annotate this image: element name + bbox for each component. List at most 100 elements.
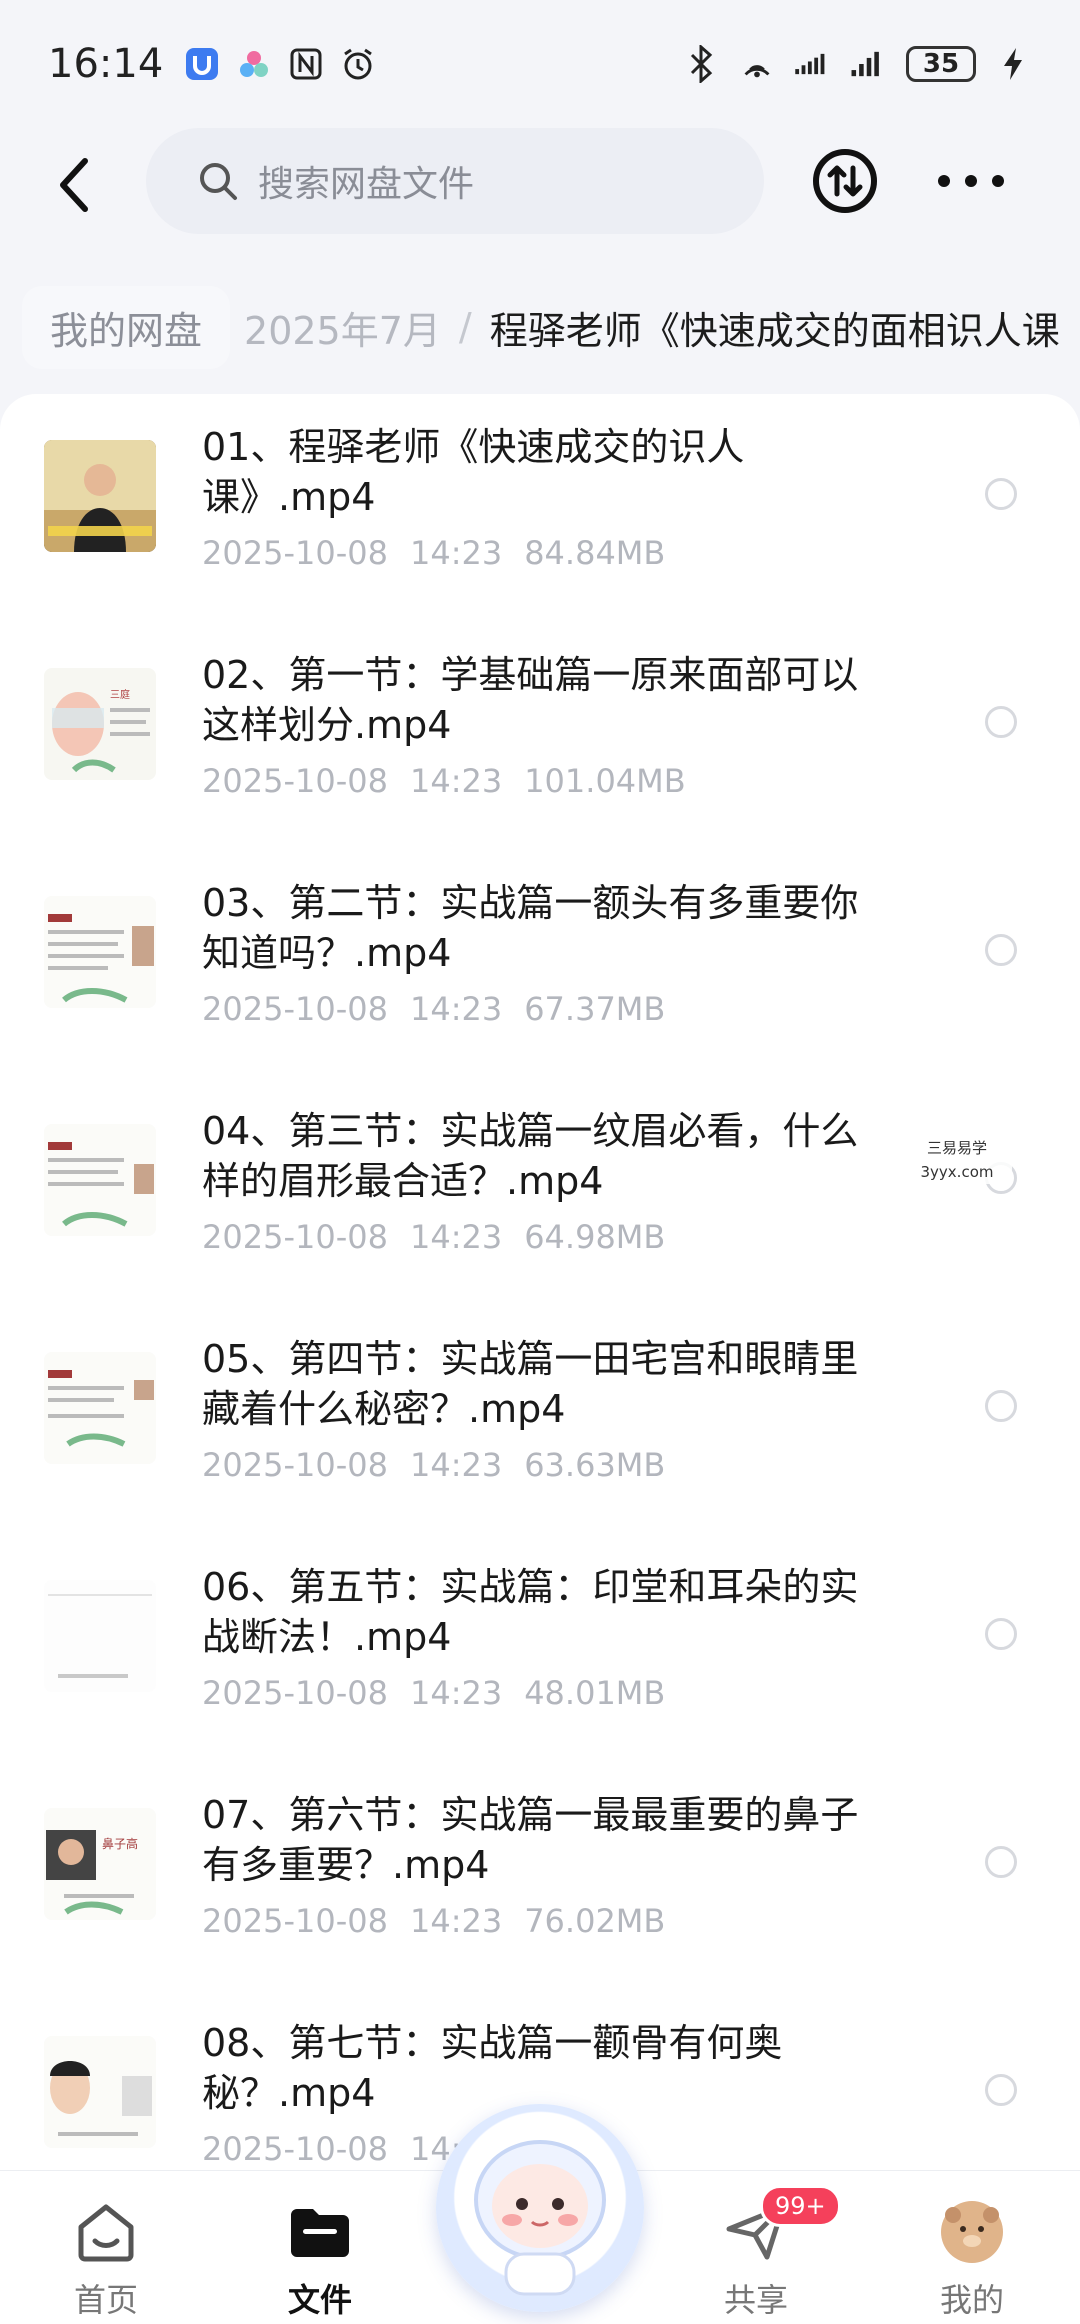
file-meta: 2025-10-08 14:23 84.84MB bbox=[202, 534, 665, 572]
video-thumbnail bbox=[44, 1124, 156, 1236]
file-row[interactable]: 04、第三节：实战篇一纹眉必看，什么 样的眉形最合适？.mp4 2025-10-… bbox=[0, 1078, 1080, 1306]
video-thumbnail: 鼻子高 bbox=[44, 1808, 156, 1920]
breadcrumb-home[interactable]: 我的网盘 bbox=[22, 285, 231, 369]
file-title-line: 样的眉形最合适？.mp4 bbox=[202, 1159, 604, 1203]
nav-share[interactable]: 共享 99+ bbox=[686, 2185, 841, 2324]
file-time: 14:23 bbox=[409, 534, 503, 572]
more-button[interactable] bbox=[938, 158, 1004, 204]
file-date: 2025-10-08 bbox=[202, 1902, 388, 1940]
nav-home[interactable]: 首页 bbox=[36, 2185, 176, 2324]
file-time: 14:23 bbox=[409, 1446, 503, 1484]
nav-me-label: 我的 bbox=[939, 2281, 1004, 2319]
breadcrumb-folder[interactable]: 2025年7月 bbox=[244, 300, 441, 355]
file-date: 2025-10-08 bbox=[202, 2130, 388, 2168]
file-date: 2025-10-08 bbox=[202, 990, 388, 1028]
file-list: 01、程驿老师《快速成交的识人 课》.mp4 2025-10-08 14:23 84… bbox=[0, 394, 1080, 2170]
file-row[interactable]: 三庭 02、第一节：学基础篇一原来面部可以 这样划分.mp4 2025-10-0… bbox=[0, 622, 1080, 850]
signal-icon bbox=[794, 45, 832, 83]
video-thumbnail bbox=[44, 440, 156, 552]
file-title: 08、第七节：实战篇一颧骨有何奥 秘？.mp4 bbox=[202, 2018, 922, 2118]
signal-icon bbox=[850, 45, 888, 83]
select-radio[interactable] bbox=[985, 478, 1017, 510]
file-title-line: 07、第六节：实战篇一最最重要的鼻子 bbox=[202, 1793, 859, 1837]
file-title-line: 06、第五节：实战篇：印堂和耳朵的实 bbox=[202, 1565, 859, 1609]
file-title: 01、程驿老师《快速成交的识人 课》.mp4 bbox=[202, 422, 922, 522]
more-dot bbox=[938, 175, 950, 187]
charging-icon bbox=[994, 45, 1032, 83]
select-radio[interactable] bbox=[985, 2074, 1017, 2106]
breadcrumb-current: 程驿老师《快速成交的面相识人课 bbox=[489, 308, 1060, 353]
nav-files-label: 文件 bbox=[287, 2281, 352, 2319]
file-date: 2025-10-08 bbox=[202, 1446, 388, 1484]
file-size: 101.04MB bbox=[524, 762, 686, 800]
search-placeholder: 搜索网盘文件 bbox=[258, 164, 475, 205]
video-thumbnail bbox=[44, 2036, 156, 2148]
watermark: 三易易学 3yyx.com bbox=[902, 1136, 1012, 1184]
file-size: 48.01MB bbox=[524, 1674, 666, 1712]
video-thumbnail bbox=[44, 1580, 156, 1692]
file-row[interactable]: 03、第二节：实战篇一额头有多重要你 知道吗？.mp4 2025-10-08 14… bbox=[0, 850, 1080, 1078]
select-radio[interactable] bbox=[985, 1846, 1017, 1878]
file-title-line: 04、第三节：实战篇一纹眉必看，什么 bbox=[202, 1109, 859, 1153]
hotspot-icon bbox=[738, 45, 776, 83]
file-time: 14:23 bbox=[409, 990, 503, 1028]
watermark-line: 三易易学 bbox=[926, 1139, 987, 1157]
video-thumbnail bbox=[44, 896, 156, 1008]
mascot-icon bbox=[474, 2140, 606, 2296]
file-title: 02、第一节：学基础篇一原来面部可以 这样划分.mp4 bbox=[202, 650, 922, 750]
file-title-line: 有多重要？.mp4 bbox=[202, 1843, 490, 1887]
video-thumbnail bbox=[44, 1352, 156, 1464]
file-date: 2025-10-08 bbox=[202, 762, 388, 800]
file-row[interactable]: 06、第五节：实战篇：印堂和耳朵的实 战断法！.mp4 2025-10-08 14… bbox=[0, 1534, 1080, 1762]
status-bar: 16:14 35 bbox=[0, 0, 1080, 128]
nav-home-label: 首页 bbox=[73, 2281, 138, 2319]
file-title: 03、第二节：实战篇一额头有多重要你 知道吗？.mp4 bbox=[202, 878, 922, 978]
avatar bbox=[941, 2201, 1003, 2263]
status-time: 16:14 bbox=[48, 41, 164, 87]
transfer-button[interactable] bbox=[812, 148, 878, 214]
file-title-line: 知道吗？.mp4 bbox=[202, 931, 452, 975]
search-input[interactable]: 搜索网盘文件 bbox=[146, 128, 764, 234]
file-row[interactable]: 01、程驿老师《快速成交的识人 课》.mp4 2025-10-08 14:23 84… bbox=[0, 394, 1080, 622]
file-date: 2025-10-08 bbox=[202, 534, 388, 572]
file-size: 63.63MB bbox=[524, 1446, 666, 1484]
battery-indicator: 35 bbox=[906, 46, 976, 82]
select-radio[interactable] bbox=[985, 934, 1017, 966]
file-title-line: 03、第二节：实战篇一额头有多重要你 bbox=[202, 881, 859, 925]
svg-text:鼻子高: 鼻子高 bbox=[102, 1836, 138, 1851]
top-header: 搜索网盘文件 bbox=[0, 128, 1080, 238]
home-icon bbox=[78, 2204, 134, 2262]
select-radio[interactable] bbox=[985, 1390, 1017, 1422]
file-date: 2025-10-08 bbox=[202, 1674, 388, 1712]
back-button[interactable] bbox=[40, 150, 110, 220]
file-title: 04、第三节：实战篇一纹眉必看，什么 样的眉形最合适？.mp4 bbox=[202, 1106, 922, 1206]
select-radio[interactable] bbox=[985, 706, 1017, 738]
notification-app-icon bbox=[183, 45, 221, 83]
nav-files[interactable]: 文件 bbox=[250, 2185, 390, 2324]
file-row[interactable]: 鼻子高 07、第六节：实战篇一最最重要的鼻子 有多重要？.mp4 2025-10… bbox=[0, 1762, 1080, 1990]
app-icon bbox=[235, 45, 273, 83]
file-title-line: 战断法！.mp4 bbox=[202, 1615, 452, 1659]
breadcrumb: 我的网盘 2025年7月 / 程驿老师《快速成交的面相识人课 bbox=[0, 282, 1080, 372]
file-row[interactable]: 05、第四节：实战篇一田宅宫和眼睛里 藏着什么秘密？.mp4 2025-10-0… bbox=[0, 1306, 1080, 1534]
assistant-mascot-button[interactable] bbox=[436, 2104, 644, 2312]
file-time: 14:23 bbox=[409, 1902, 503, 1940]
folder-icon bbox=[291, 2209, 349, 2257]
nav-me[interactable]: 我的 bbox=[902, 2185, 1042, 2324]
bluetooth-icon bbox=[682, 45, 720, 83]
file-meta: 2025-10-08 14:23 67.37MB bbox=[202, 990, 665, 1028]
svg-text:三庭: 三庭 bbox=[110, 688, 130, 701]
file-size: 67.37MB bbox=[524, 990, 666, 1028]
chevron-left-icon bbox=[60, 158, 88, 212]
file-meta: 2025-10-08 14:23 64.98MB bbox=[202, 1218, 665, 1256]
select-radio[interactable] bbox=[985, 1618, 1017, 1650]
file-size: 64.98MB bbox=[524, 1218, 666, 1256]
share-badge: 99+ bbox=[760, 2185, 841, 2227]
file-meta: 2025-10-08 14:23 76.02MB bbox=[202, 1902, 665, 1940]
file-title: 06、第五节：实战篇：印堂和耳朵的实 战断法！.mp4 bbox=[202, 1562, 922, 1662]
transfer-icon bbox=[813, 149, 877, 213]
file-meta: 2025-10-08 14:23 101.04MB bbox=[202, 762, 686, 800]
file-meta: 2025-10-08 14:23 63.63MB bbox=[202, 1446, 665, 1484]
file-title: 07、第六节：实战篇一最最重要的鼻子 有多重要？.mp4 bbox=[202, 1790, 922, 1890]
file-title-line: 05、第四节：实战篇一田宅宫和眼睛里 bbox=[202, 1337, 859, 1381]
